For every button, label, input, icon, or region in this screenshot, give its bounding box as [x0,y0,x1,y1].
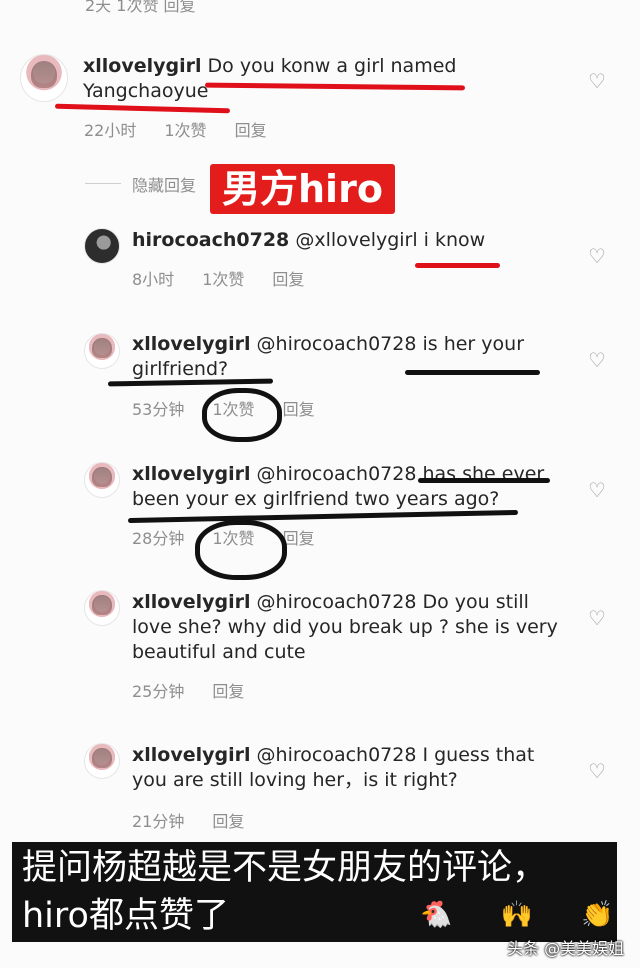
reply-button[interactable]: 回复 [283,400,315,419]
comment-time: 25分钟 [132,682,185,701]
comment-time: 53分钟 [132,400,185,419]
emoji-icon[interactable]: 🙌 [501,900,533,930]
black-circle-mark [202,388,282,442]
avatar[interactable] [20,54,68,102]
comment-username[interactable]: xllovelygirl [83,55,202,77]
avatar[interactable] [84,462,120,498]
heart-icon[interactable]: ♡ [588,761,606,781]
red-underline [415,263,500,268]
heart-icon[interactable]: ♡ [588,608,606,628]
comment-username[interactable]: xllovelygirl [132,744,251,766]
comment-username[interactable]: xllovelygirl [132,591,251,613]
comment-meta: 21分钟 回复 [132,808,272,832]
divider [85,183,121,184]
red-underline [54,103,231,114]
avatar[interactable] [84,333,120,369]
reply-button[interactable]: 回复 [283,529,315,548]
avatar[interactable] [84,228,120,264]
top-partial-meta: 2天 1次赞 回复 [85,0,196,15]
heart-icon[interactable]: ♡ [588,71,606,91]
comment-meta: 25分钟 回复 [132,678,272,702]
watermark: 头条 @美美娱姐 [507,939,625,958]
comment-meta: 8小时 1次赞 回复 [132,266,332,290]
emoji-bar[interactable]: 🐔 🙌 👏 [420,900,614,930]
comment-text: hirocoach0728 @xllovelygirl i know [132,228,572,253]
heart-icon[interactable]: ♡ [588,350,606,370]
avatar[interactable] [84,590,120,626]
annotation-tag: 男方hiro [210,164,395,214]
comment-username[interactable]: xllovelygirl [132,333,251,355]
hide-replies-button[interactable]: 隐藏回复 [132,172,196,196]
heart-icon[interactable]: ♡ [588,480,606,500]
comment-likes[interactable]: 1次赞 [202,270,244,289]
comment-meta: 22小时 1次赞 回复 [84,117,295,141]
comment-text: xllovelygirl @hirocoach0728 I guess that… [132,743,572,793]
comment-time: 22小时 [84,121,137,140]
avatar[interactable] [84,743,120,779]
comment-time: 28分钟 [132,529,185,548]
black-underline [418,478,550,483]
comment-text: xllovelygirl Do you konw a girl named Ya… [83,54,483,104]
comment-username[interactable]: hirocoach0728 [132,229,289,251]
black-underline [405,370,540,375]
emoji-icon[interactable]: 🐔 [420,900,452,930]
reply-button[interactable]: 回复 [212,812,244,831]
reply-button[interactable]: 回复 [212,682,244,701]
heart-icon[interactable]: ♡ [588,246,606,266]
reply-button[interactable]: 回复 [272,270,304,289]
comment-time: 8小时 [132,270,175,289]
black-circle-mark [195,520,287,580]
comment-username[interactable]: xllovelygirl [132,463,251,485]
comment-time: 21分钟 [132,812,185,831]
comment-body: @xllovelygirl i know [295,229,486,251]
comment-text: xllovelygirl @hirocoach0728 Do you still… [132,590,572,665]
comment-text: xllovelygirl @hirocoach0728 has she ever… [132,462,572,512]
reply-button[interactable]: 回复 [235,121,267,140]
emoji-icon[interactable]: 👏 [581,900,613,930]
comment-likes[interactable]: 1次赞 [164,121,206,140]
